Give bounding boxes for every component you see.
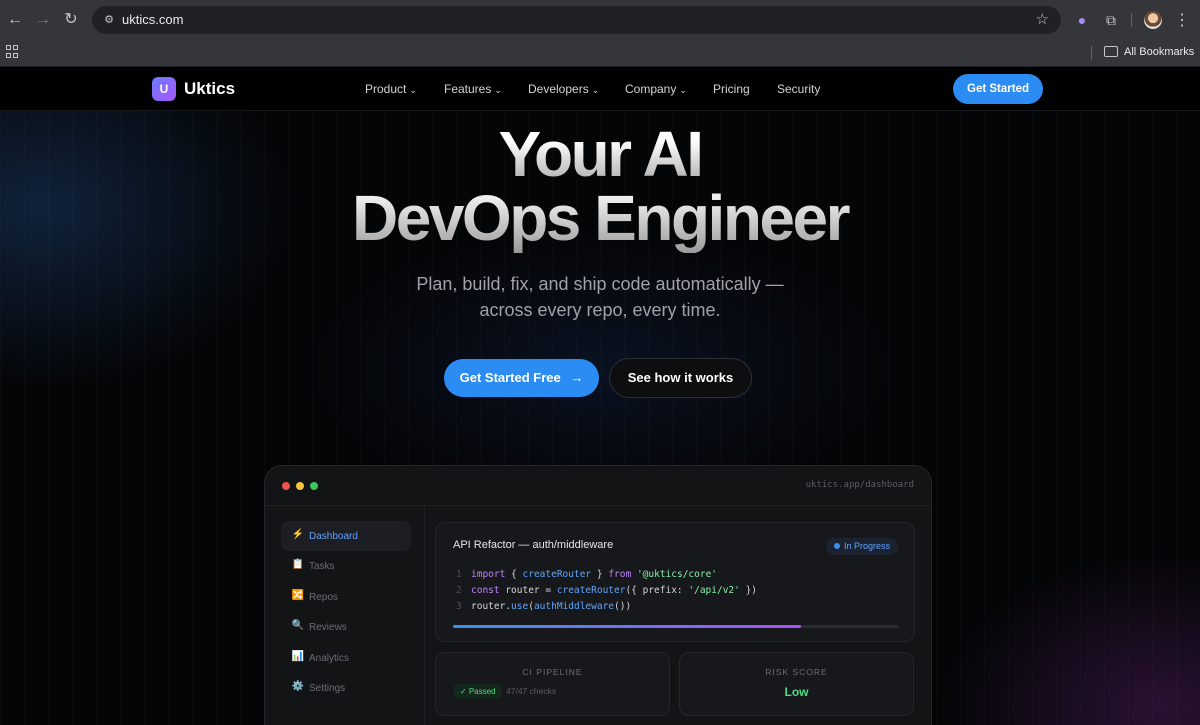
code-line: 3 router.use(authMiddleware()) (456, 601, 632, 612)
sidebar-item-repos[interactable]: 🔀 Repos (281, 582, 411, 612)
hero-subtitle-line1: Plan, build, fix, and ship code automati… (416, 274, 784, 294)
hero-title-line2: DevOps Engineer (0, 183, 1200, 253)
get-started-free-button[interactable]: Get Started Free → (444, 359, 599, 397)
get-started-button[interactable]: Get Started (953, 74, 1043, 104)
puzzle-icon[interactable]: ⧉ (1102, 11, 1120, 29)
site-navbar: U Uktics Product ⌄ Features ⌄ Developers ⌄ … (0, 67, 1200, 111)
star-icon[interactable]: ☆ (1036, 10, 1049, 28)
checks-count: 47/47 checks (506, 686, 557, 696)
see-how-it-works-button[interactable]: See how it works (609, 358, 752, 398)
avatar[interactable] (1144, 11, 1162, 29)
toolbar-divider (1131, 13, 1132, 27)
sidebar-item-settings[interactable]: ⚙️ Settings (281, 673, 411, 703)
chevron-down-icon: ⌄ (591, 85, 600, 95)
lightning-icon: ⚡ (291, 529, 305, 540)
progress-bar (453, 625, 899, 628)
chevron-down-icon: ⌄ (679, 85, 687, 95)
magnifier-icon: 🔍 (291, 620, 305, 631)
brand-name[interactable]: Uktics (184, 79, 235, 99)
passed-badge: ✓ Passed (454, 684, 502, 699)
hero-subtitle-line2: across every repo, every time. (479, 300, 721, 320)
kebab-icon[interactable]: ⋮ (1174, 10, 1190, 30)
shuffle-icon: 🔀 (291, 590, 305, 601)
back-icon[interactable]: ← (5, 10, 25, 30)
code-line: 1 import { createRouter } from '@uktics/c… (456, 569, 718, 580)
arrow-right-icon: → (570, 370, 584, 385)
window-maximize-dot (310, 482, 318, 490)
bookmarks-bar: All Bookmarks (0, 40, 1200, 67)
task-card[interactable]: API Refactor — auth/middleware In Progre… (435, 522, 915, 642)
address-bar[interactable]: ⚙ uktics.com ☆ (92, 6, 1061, 34)
nav-pricing[interactable]: Pricing (713, 82, 750, 96)
all-bookmarks-link[interactable]: All Bookmarks (1124, 46, 1194, 58)
nav-security[interactable]: Security (777, 82, 820, 96)
ci-pipeline-label: CI PIPELINE (522, 667, 583, 677)
code-snippet: 1 import { createRouter } from '@uktics/c… (456, 567, 757, 615)
gear-icon: ⚙️ (291, 681, 305, 692)
site-settings-icon[interactable]: ⚙ (100, 11, 118, 29)
task-title: API Refactor — auth/middleware (453, 539, 614, 551)
apps-grid-icon[interactable] (6, 45, 20, 59)
window-minimize-dot (296, 482, 304, 490)
reload-icon[interactable]: ↻ (61, 10, 81, 30)
risk-score-value: Low (784, 685, 809, 699)
sidebar-item-analytics[interactable]: 📊 Analytics (281, 643, 411, 673)
hero-title-line1: Your AI (0, 119, 1200, 189)
extension-ghost-icon[interactable]: ● (1073, 11, 1091, 29)
nav-company[interactable]: Company ⌄ (625, 82, 687, 96)
browser-toolbar: ← → ↻ ⚙ uktics.com ☆ ● ⧉ ⋮ (0, 0, 1200, 40)
ci-pipeline-card[interactable]: CI PIPELINE ✓ Passed 47/47 checks (435, 652, 670, 716)
chevron-down-icon: ⌄ (409, 85, 417, 95)
sidebar-item-tasks[interactable]: 📋 Tasks (281, 551, 411, 581)
sidebar-item-dashboard[interactable]: ⚡ Dashboard (281, 521, 411, 551)
nav-product[interactable]: Product ⌄ (365, 82, 417, 96)
logo-icon[interactable]: U (152, 77, 176, 101)
landing-page: U Uktics Product ⌄ Features ⌄ Developers ⌄ … (0, 67, 1200, 725)
mock-url: uktics.app/dashboard (805, 480, 914, 490)
code-line: 2 const router = createRouter({ prefix: '… (456, 585, 758, 596)
window-close-dot (282, 482, 290, 490)
nav-features[interactable]: Features ⌄ (444, 82, 502, 96)
dashboard-preview: uktics.app/dashboard ⚡ Dashboard 📋 Tasks… (264, 465, 932, 725)
chevron-down-icon: ⌄ (494, 85, 502, 95)
status-dot-icon (833, 543, 840, 549)
mock-sidebar: ⚡ Dashboard 📋 Tasks 🔀 Repos 🔍 Reviews 📊 … (265, 506, 425, 725)
clipboard-icon: 📋 (291, 559, 305, 570)
forward-icon[interactable]: → (33, 10, 53, 30)
bookmarks-divider (1091, 46, 1092, 60)
risk-score-label: RISK SCORE (765, 667, 828, 677)
risk-score-card[interactable]: RISK SCORE Low (679, 652, 914, 716)
url-text[interactable]: uktics.com (122, 12, 183, 27)
status-badge: In Progress (825, 538, 898, 555)
nav-developers[interactable]: Developers ⌄ (528, 82, 599, 96)
progress-fill (453, 625, 801, 628)
sidebar-item-reviews[interactable]: 🔍 Reviews (281, 612, 411, 642)
folder-icon[interactable] (1104, 46, 1118, 57)
bar-chart-icon: 📊 (291, 651, 305, 662)
